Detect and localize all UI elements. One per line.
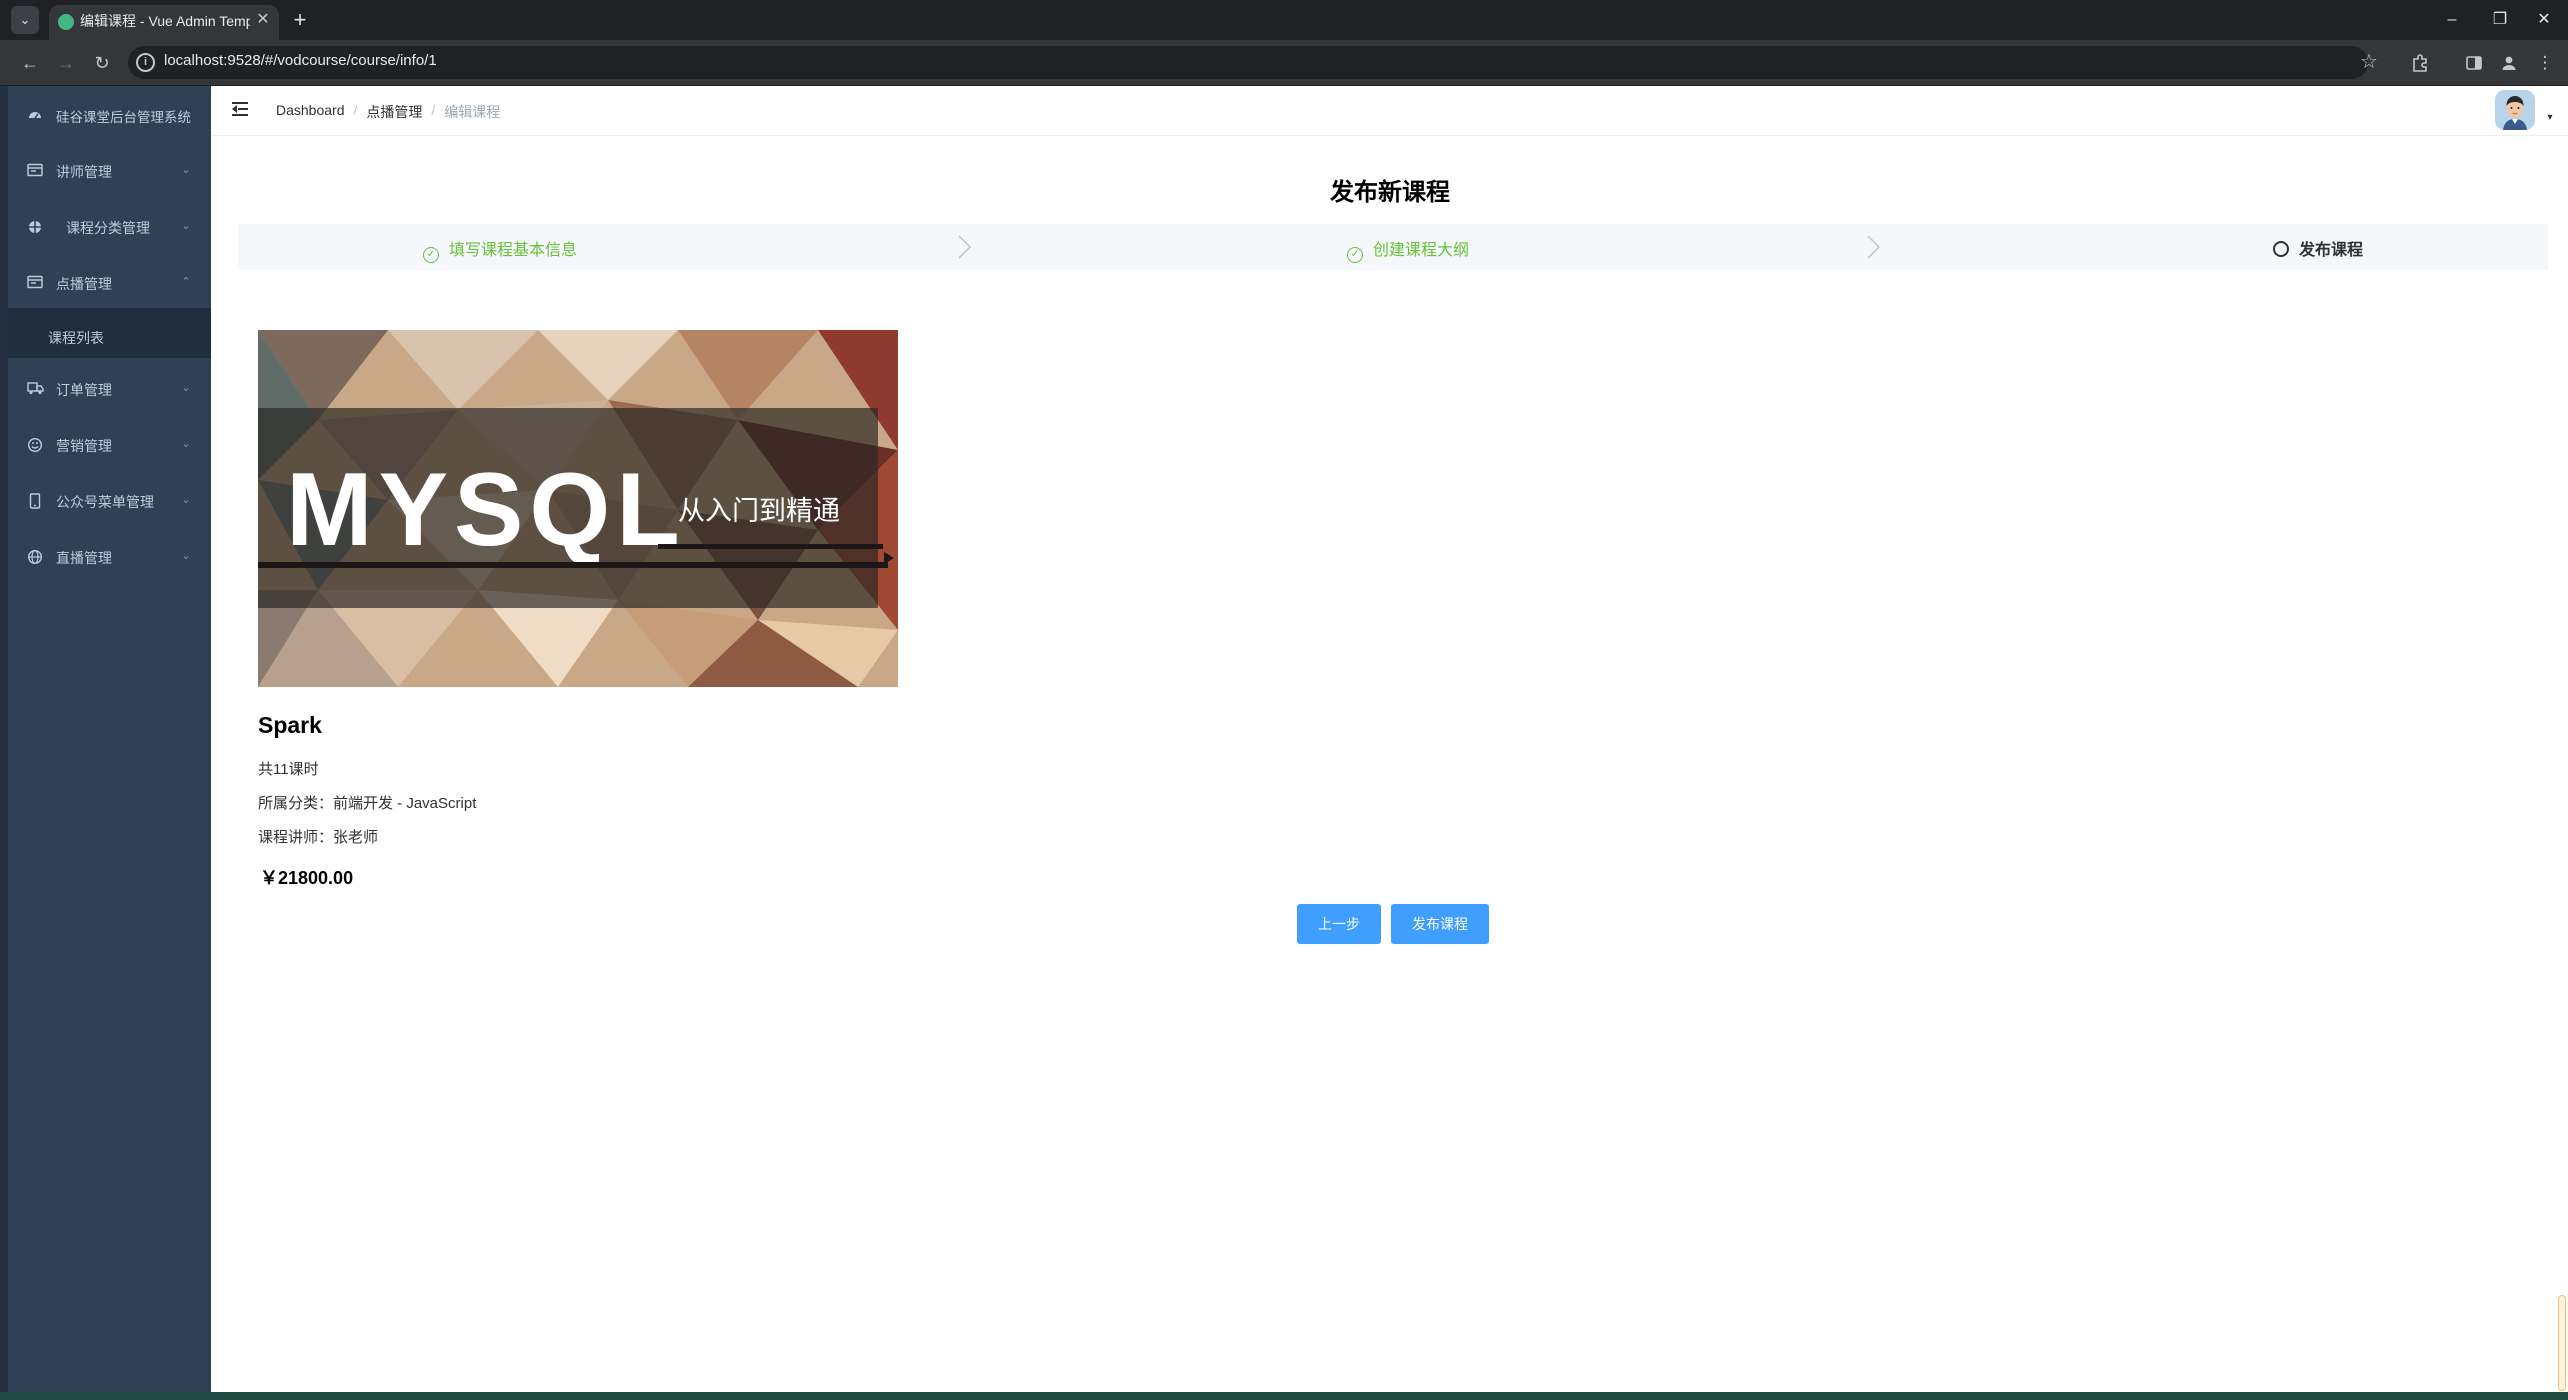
chevron-down-icon: ⌄ <box>181 164 191 176</box>
side-panel-icon[interactable] <box>2459 48 2489 78</box>
bookmark-star-icon[interactable]: ☆ <box>2355 48 2383 76</box>
sidebar-item-label: 直播管理 <box>56 550 112 566</box>
breadcrumb-separator: / <box>353 102 358 118</box>
cover-main-text: MYSQL <box>286 452 686 568</box>
course-title: Spark <box>258 712 322 738</box>
step-arrow-icon <box>958 235 972 259</box>
sidebar-item-label: 订单管理 <box>56 382 112 398</box>
step-arrow-icon <box>1867 235 1881 259</box>
reload-icon[interactable]: ↻ <box>87 48 117 78</box>
vue-favicon-icon <box>58 14 74 30</box>
tab-search-chevron-icon[interactable]: ⌄ <box>11 6 39 34</box>
caret-down-icon[interactable]: ▾ <box>2544 112 2556 124</box>
breadcrumb: Dashboard / 点播管理 / 编辑课程 <box>276 102 500 122</box>
globe-icon <box>26 549 44 567</box>
sidebar-item-vod[interactable]: 点播管理 ⌃ <box>8 256 211 312</box>
sidebar-item-label: 讲师管理 <box>56 164 112 180</box>
step-label: 创建课程大纲 <box>1373 242 1470 259</box>
sidebar-item-order[interactable]: 订单管理 ⌄ <box>8 362 211 418</box>
course-lessons: 共11课时 <box>258 761 319 778</box>
chevron-down-icon: ⌄ <box>181 438 191 450</box>
publish-course-button[interactable]: 发布课程 <box>1391 904 1489 944</box>
course-teacher: 课程讲师：张老师 <box>258 829 379 846</box>
category-icon <box>26 219 44 237</box>
breadcrumb-item-current: 编辑课程 <box>444 104 501 120</box>
back-arrow-icon[interactable]: ← <box>15 48 45 78</box>
forward-arrow-icon[interactable]: → <box>51 48 81 78</box>
prev-step-button[interactable]: 上一步 <box>1297 904 1381 944</box>
browser-tab-title: 编辑课程 - Vue Admin Template <box>80 13 250 29</box>
sidebar-item-teacher[interactable]: 讲师管理 ⌄ <box>8 144 211 200</box>
address-bar[interactable] <box>128 46 2368 79</box>
sidebar-item-marketing[interactable]: 营销管理 ⌄ <box>8 418 211 474</box>
step-publish: 发布课程 <box>2273 236 2364 259</box>
step-label: 发布课程 <box>2299 242 2364 259</box>
check-circle-icon: ✓ <box>1347 247 1363 263</box>
browser-menu-kebab-icon[interactable]: ⋮ <box>2530 48 2560 78</box>
course-cover-image: MYSQL 从入门到精通 <box>258 330 898 687</box>
tab-close-icon[interactable]: ✕ <box>252 9 274 31</box>
new-tab-plus-icon[interactable]: + <box>286 6 314 34</box>
sidebar-item-label: 点播管理 <box>56 276 112 292</box>
top-navbar <box>211 86 2568 136</box>
step-basic-info: ✓ 填写课程基本信息 <box>423 236 578 263</box>
breadcrumb-item-vod[interactable]: 点播管理 <box>366 102 422 122</box>
sidebar-subitem-label: 课程列表 <box>48 330 104 346</box>
user-avatar[interactable] <box>2495 90 2535 130</box>
cover-sub-text: 从入门到精通 <box>678 496 840 527</box>
dashboard-gauge-icon <box>26 107 44 125</box>
window-close-icon[interactable]: ✕ <box>2524 4 2564 36</box>
chevron-down-icon: ⌄ <box>181 494 191 506</box>
window-restore-icon[interactable]: ❐ <box>2480 4 2520 36</box>
scrollbar-thumb[interactable] <box>2558 1295 2566 1391</box>
phone-icon <box>26 493 44 511</box>
sidebar-brand-label: 硅谷课堂后台管理系统 <box>56 110 191 125</box>
id-card-icon <box>26 163 44 181</box>
truck-icon <box>26 381 44 399</box>
window-left-edge <box>0 86 8 1392</box>
chevron-down-icon: ⌄ <box>181 382 191 394</box>
sidebar-item-label: 公众号菜单管理 <box>56 494 154 510</box>
window-minimize-icon[interactable]: – <box>2432 4 2472 36</box>
main-content <box>211 86 2568 1392</box>
step-outline: ✓ 创建课程大纲 <box>1347 236 1470 263</box>
sidebar-item-label: 营销管理 <box>56 438 112 454</box>
sidebar-item-wechat-menu[interactable]: 公众号菜单管理 ⌄ <box>8 474 211 530</box>
taskbar-edge <box>0 1392 2568 1400</box>
site-info-icon[interactable]: i <box>136 53 155 72</box>
course-price: ￥21800.00 <box>260 868 354 888</box>
process-circle-icon <box>2273 241 2289 257</box>
breadcrumb-item-dashboard[interactable]: Dashboard <box>276 102 345 118</box>
profile-person-icon[interactable] <box>2494 48 2524 78</box>
sidebar-brand[interactable]: 硅谷课堂后台管理系统 <box>8 88 211 144</box>
course-category: 所属分类：前端开发 - JavaScript <box>258 795 477 812</box>
sidebar-item-label: 课程分类管理 <box>66 220 150 236</box>
chevron-down-icon: ⌄ <box>181 220 191 232</box>
step-label: 填写课程基本信息 <box>449 242 578 259</box>
chevron-up-icon: ⌃ <box>181 276 191 288</box>
smile-icon <box>26 437 44 455</box>
check-circle-icon: ✓ <box>423 247 439 263</box>
browser-tab-strip <box>0 0 2568 40</box>
hamburger-menu-icon[interactable] <box>232 98 254 120</box>
sidebar-subitem-course-list[interactable] <box>8 308 211 358</box>
chevron-down-icon: ⌄ <box>181 550 191 562</box>
extensions-puzzle-icon[interactable] <box>2405 48 2435 78</box>
video-icon <box>26 275 44 293</box>
sidebar-item-category[interactable]: 课程分类管理 ⌄ <box>8 200 211 256</box>
page-title: 发布新课程 <box>1330 179 1450 206</box>
breadcrumb-separator: / <box>431 102 436 118</box>
sidebar-item-live[interactable]: 直播管理 ⌄ <box>8 530 211 586</box>
address-bar-url[interactable]: localhost:9528/#/vodcourse/course/info/1 <box>164 52 437 74</box>
